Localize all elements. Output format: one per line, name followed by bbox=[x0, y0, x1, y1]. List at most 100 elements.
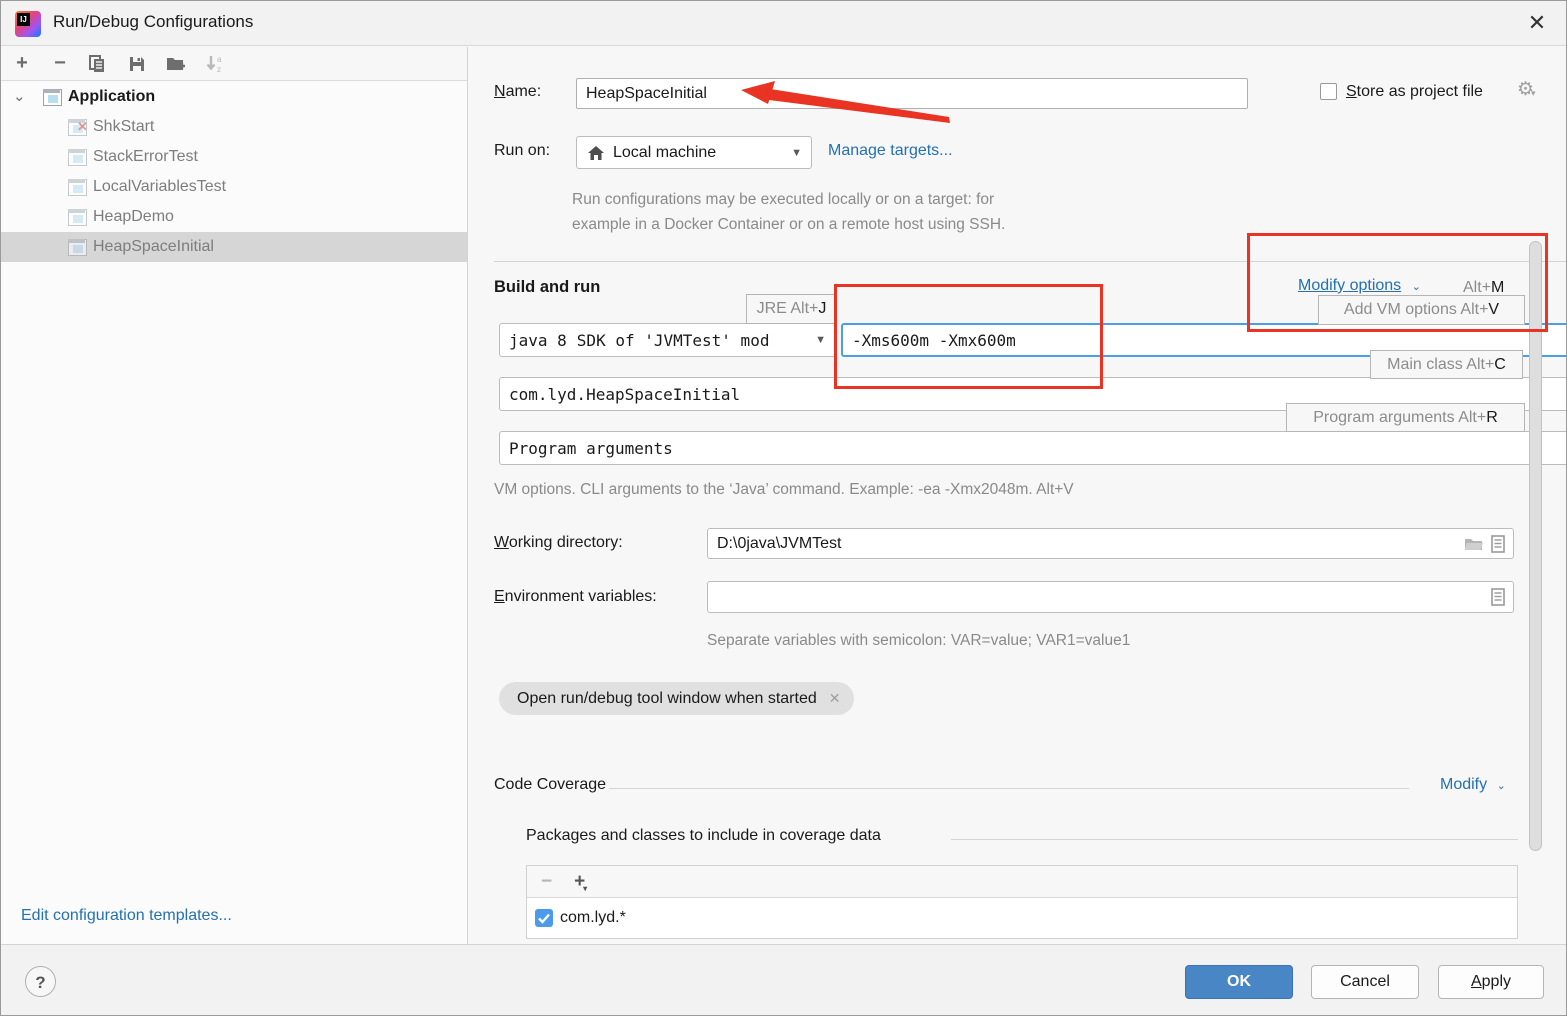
application-config-icon bbox=[68, 209, 85, 224]
title-bar: IJ Run/Debug Configurations ✕ bbox=[1, 1, 1567, 46]
vm-options-hint: VM options. CLI arguments to the ‘Java’ … bbox=[494, 481, 1074, 499]
vertical-scrollbar-thumb[interactable] bbox=[1529, 241, 1542, 851]
packages-divider bbox=[951, 839, 1518, 840]
cancel-button[interactable]: Cancel bbox=[1311, 965, 1419, 999]
environment-variables-label: Environment variables: bbox=[494, 588, 657, 606]
vm-options-value: -Xms600m -Xmx600m bbox=[843, 331, 1025, 350]
program-arguments-placeholder: Program arguments bbox=[500, 439, 682, 458]
store-as-project-file-checkbox[interactable] bbox=[1320, 83, 1337, 100]
sort-configurations-button[interactable]: a z bbox=[204, 54, 230, 78]
main-class-tooltip: Main class Alt+C bbox=[1370, 350, 1523, 379]
remove-pattern-button[interactable]: − bbox=[541, 871, 552, 893]
program-arguments-tooltip: Program arguments Alt+R bbox=[1286, 403, 1525, 432]
program-arguments-input[interactable]: Program arguments bbox=[499, 431, 1567, 465]
modify-options-link[interactable]: Modify options ⌄ bbox=[1298, 277, 1421, 295]
help-button[interactable]: ? bbox=[25, 966, 56, 997]
store-as-project-file-label: Store as project file bbox=[1346, 83, 1483, 101]
apply-button[interactable]: Apply bbox=[1438, 965, 1544, 999]
gear-icon[interactable]: ⚙▾ bbox=[1517, 78, 1534, 101]
application-config-icon bbox=[68, 179, 85, 194]
add-configuration-button[interactable]: + bbox=[9, 52, 35, 76]
pattern-value: com.lyd.* bbox=[560, 909, 626, 927]
close-icon[interactable]: ✕ bbox=[1520, 8, 1554, 38]
new-folder-button[interactable] bbox=[165, 54, 191, 78]
tree-node-label: StackErrorTest bbox=[93, 148, 198, 165]
configurations-tree: ⌄ Application ✕ ShkStart StackErrorTest bbox=[1, 82, 467, 262]
name-label: Name: bbox=[494, 83, 541, 101]
application-config-icon bbox=[68, 239, 85, 254]
coverage-pattern-row[interactable]: com.lyd.* bbox=[527, 898, 1517, 938]
browse-folder-icon[interactable] bbox=[1464, 536, 1483, 552]
window-title: Run/Debug Configurations bbox=[53, 12, 253, 32]
save-configuration-button[interactable] bbox=[127, 54, 153, 78]
jre-tooltip: JRE Alt+J bbox=[746, 294, 837, 324]
open-tool-window-tag: Open run/debug tool window when started … bbox=[499, 682, 854, 715]
svg-text:z: z bbox=[217, 65, 221, 74]
edit-configuration-templates-link[interactable]: Edit configuration templates... bbox=[21, 907, 232, 925]
dialog-footer: ? OK Cancel Apply bbox=[1, 944, 1567, 1016]
expand-field-icon[interactable] bbox=[1491, 535, 1505, 553]
build-and-run-title: Build and run bbox=[494, 278, 600, 297]
run-on-hint-line1: Run configurations may be executed local… bbox=[572, 191, 994, 209]
tree-node-label: HeapDemo bbox=[93, 208, 174, 225]
dropdown-arrow-icon: ▼ bbox=[791, 147, 802, 159]
copy-configuration-button[interactable] bbox=[87, 54, 113, 78]
run-on-select[interactable]: Local machine ▼ bbox=[576, 136, 812, 169]
caret-down-icon: ▾ bbox=[583, 884, 587, 893]
tree-node-label: ShkStart bbox=[93, 118, 154, 135]
manage-targets-link[interactable]: Manage targets... bbox=[828, 142, 953, 160]
application-type-icon bbox=[43, 89, 60, 104]
minus-icon: − bbox=[54, 52, 66, 74]
working-directory-value: D:\0java\JVMTest bbox=[708, 535, 850, 553]
run-debug-configurations-dialog: IJ Run/Debug Configurations ✕ + − bbox=[0, 0, 1567, 1016]
name-input[interactable] bbox=[576, 78, 1248, 109]
chevron-down-icon: ⌄ bbox=[1497, 780, 1506, 792]
expand-field-icon[interactable] bbox=[1491, 588, 1505, 606]
jre-value-main: java 8 bbox=[500, 331, 567, 350]
save-icon bbox=[127, 54, 147, 74]
chevron-down-icon[interactable]: ⌄ bbox=[13, 82, 33, 112]
new-folder-icon bbox=[165, 54, 187, 74]
add-vm-options-tooltip: Add VM options Alt+V bbox=[1318, 295, 1525, 325]
tree-node-heapspaceinitial-selected[interactable]: HeapSpaceInitial bbox=[1, 232, 467, 262]
home-icon bbox=[587, 145, 605, 161]
caret-down-icon: ▾ bbox=[1531, 88, 1536, 99]
remove-configuration-button[interactable]: − bbox=[47, 52, 73, 76]
coverage-table-toolbar: − +▾ bbox=[527, 866, 1517, 898]
working-directory-input[interactable]: D:\0java\JVMTest bbox=[707, 528, 1514, 559]
sidebar-toolbar: + − bbox=[1, 47, 467, 81]
run-on-value: Local machine bbox=[613, 144, 716, 162]
checkmark-icon bbox=[535, 909, 553, 927]
configurations-sidebar: + − bbox=[1, 47, 468, 944]
code-coverage-title: Code Coverage bbox=[494, 776, 606, 794]
packages-include-title: Packages and classes to include in cover… bbox=[526, 827, 881, 845]
jre-select[interactable]: java 8 SDK of 'JVMTest' mod ▼ bbox=[499, 323, 836, 357]
tree-node-label: HeapSpaceInitial bbox=[93, 238, 214, 255]
sort-alphabetically-icon: a z bbox=[204, 54, 228, 74]
add-pattern-button[interactable]: +▾ bbox=[574, 871, 585, 893]
tree-node-localvariablestest[interactable]: LocalVariablesTest bbox=[1, 172, 467, 202]
jre-value-rest: SDK of 'JVMTest' mod bbox=[567, 331, 815, 350]
coverage-packages-table: − +▾ com.lyd.* bbox=[526, 865, 1518, 939]
remove-tag-icon[interactable]: ✕ bbox=[829, 690, 841, 707]
tree-node-heapdemo[interactable]: HeapDemo bbox=[1, 202, 467, 232]
section-divider bbox=[494, 261, 1567, 262]
code-coverage-divider bbox=[609, 788, 1409, 789]
chevron-down-icon: ⌄ bbox=[1412, 281, 1421, 293]
run-on-hint-line2: example in a Docker Container or on a re… bbox=[572, 216, 1005, 234]
main-class-value: com.lyd.HeapSpaceInitial bbox=[500, 385, 749, 404]
pattern-checkbox-checked[interactable] bbox=[535, 909, 553, 927]
ok-button[interactable]: OK bbox=[1185, 965, 1293, 999]
tree-node-label: LocalVariablesTest bbox=[93, 178, 226, 195]
intellij-logo-icon: IJ bbox=[15, 11, 41, 37]
tree-node-stackerrortest[interactable]: StackErrorTest bbox=[1, 142, 467, 172]
intellij-logo-monogram: IJ bbox=[17, 13, 30, 26]
application-config-icon: ✕ bbox=[68, 119, 85, 134]
coverage-modify-link[interactable]: Modify ⌄ bbox=[1440, 776, 1506, 794]
svg-text:a: a bbox=[217, 55, 222, 64]
environment-variables-input[interactable] bbox=[707, 581, 1514, 613]
plus-icon: + bbox=[16, 52, 28, 74]
application-config-icon bbox=[68, 149, 85, 164]
tree-node-application[interactable]: ⌄ Application bbox=[1, 82, 467, 112]
tree-node-shkstart[interactable]: ✕ ShkStart bbox=[1, 112, 467, 142]
